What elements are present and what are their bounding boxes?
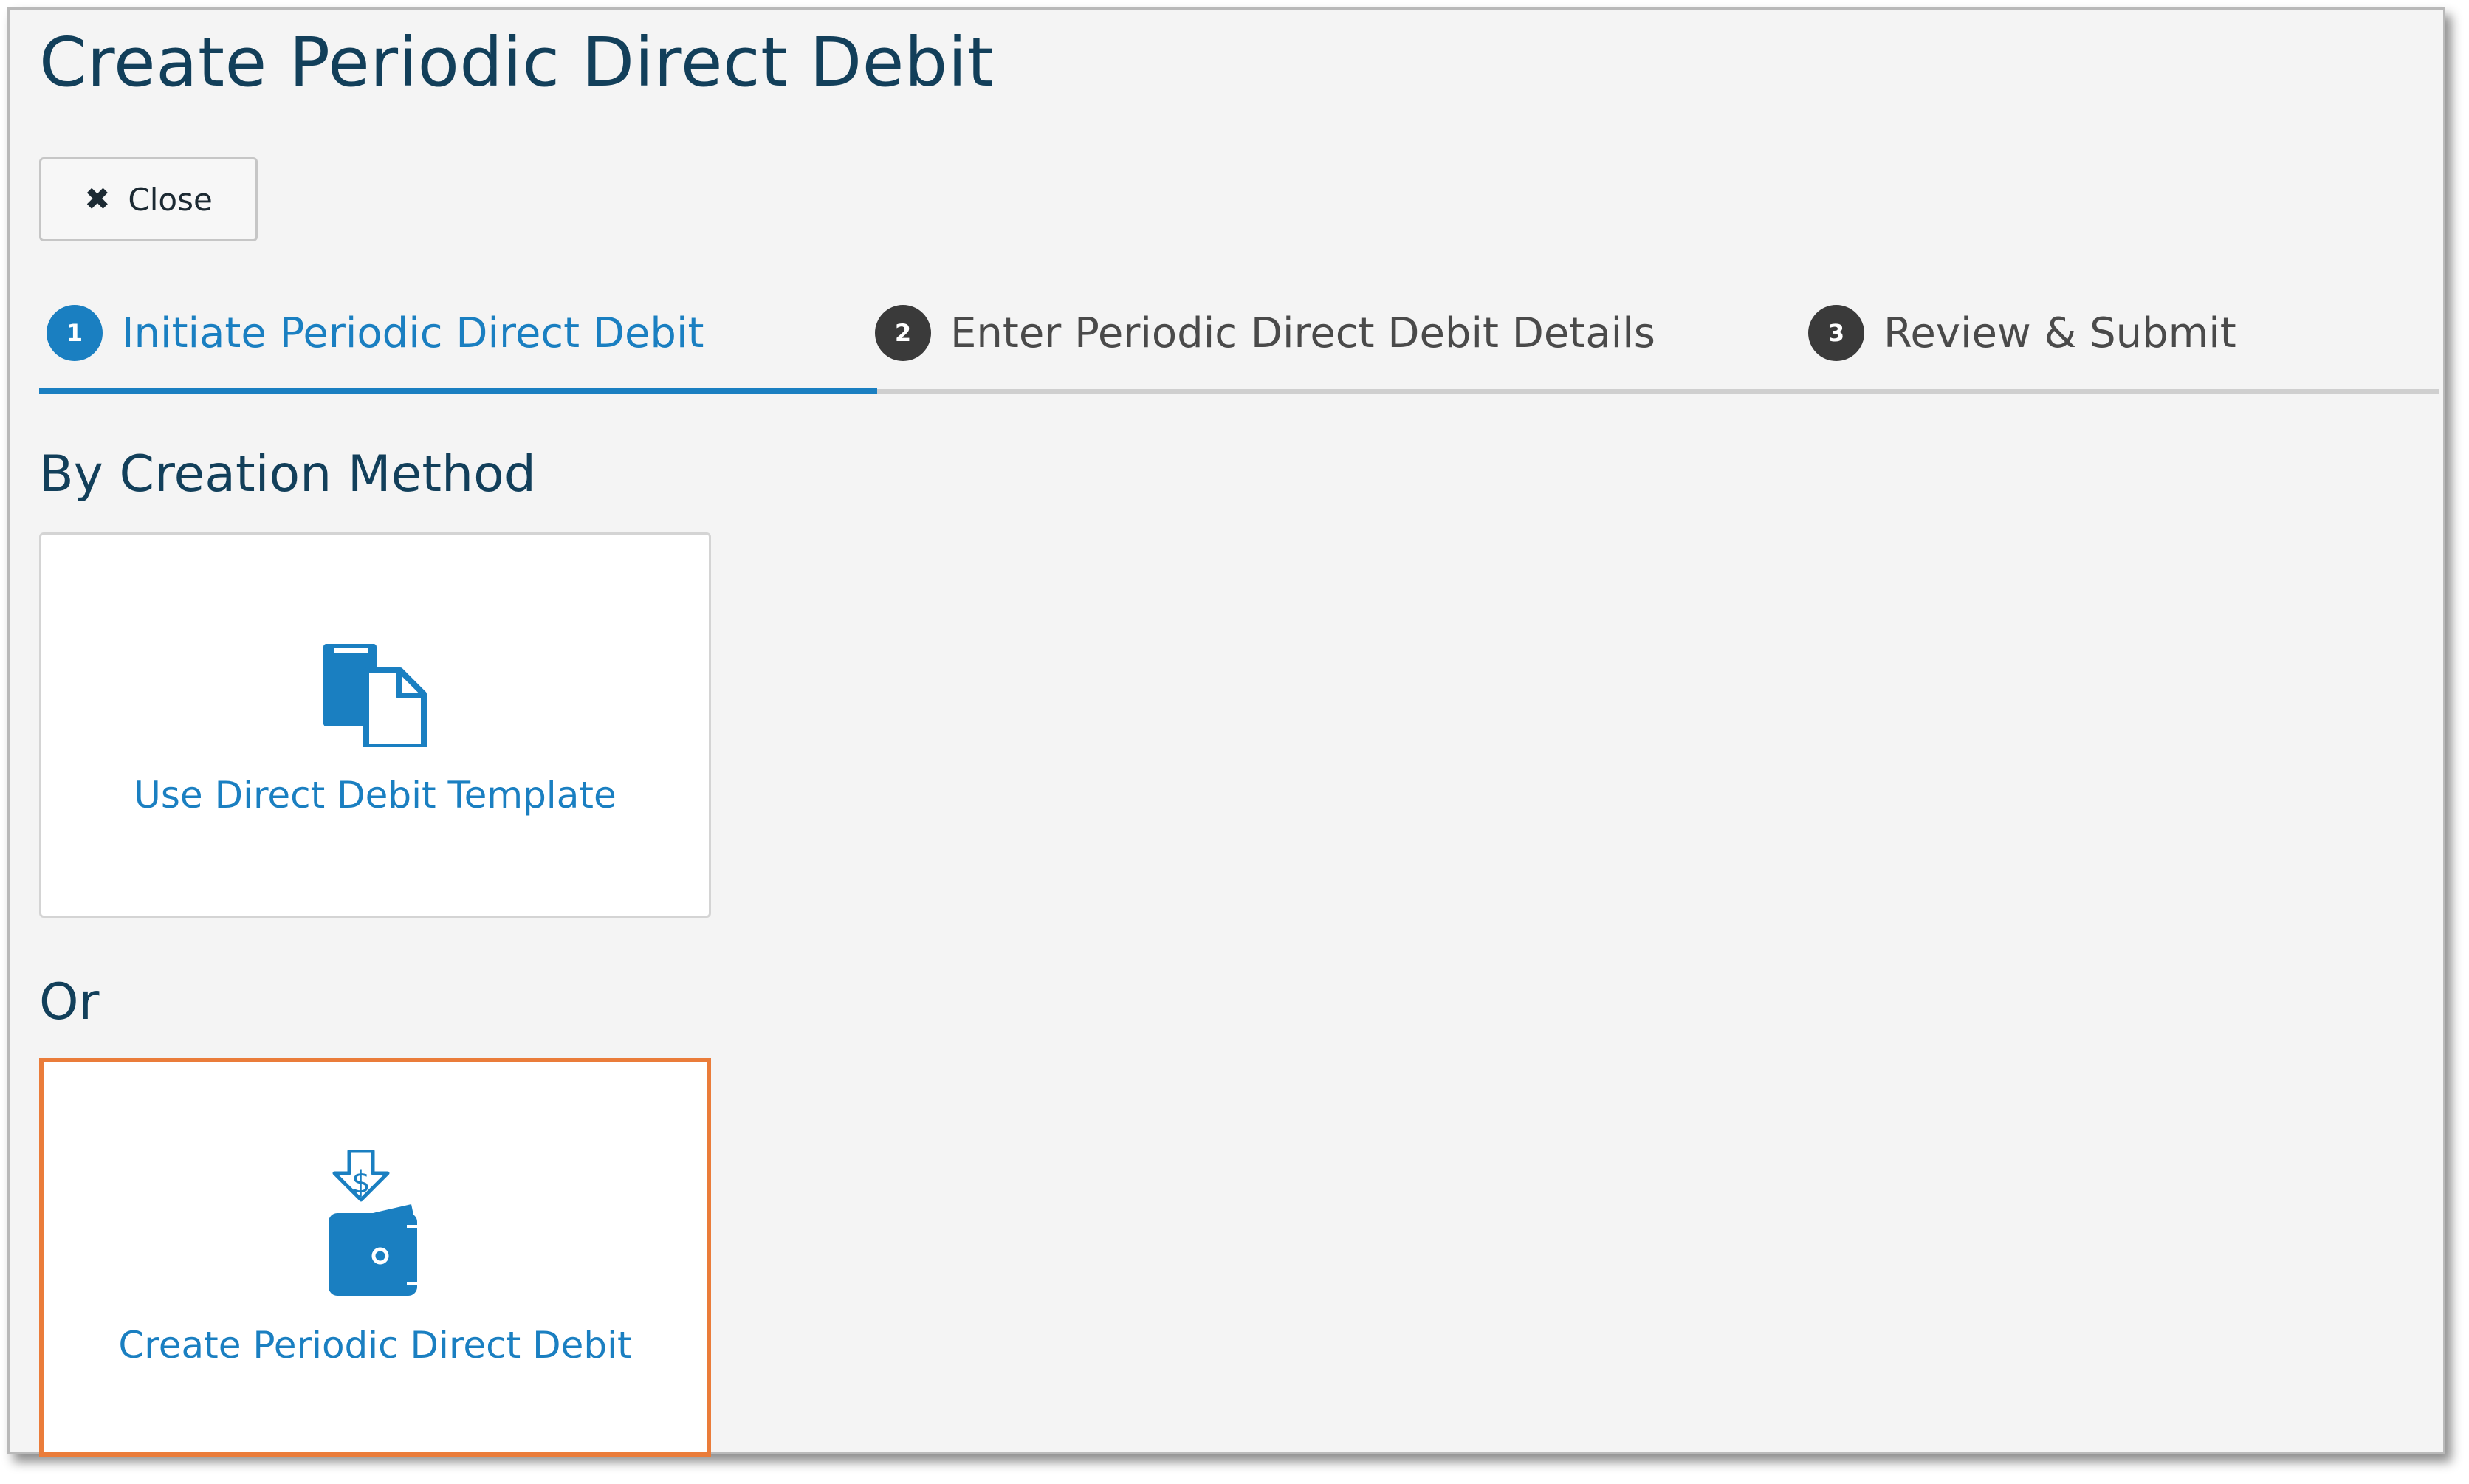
step-label: Initiate Periodic Direct Debit: [122, 309, 704, 357]
step-number-badge: 3: [1808, 305, 1864, 361]
section-title: By Creation Method: [39, 445, 536, 504]
page-frame: Create Periodic Direct Debit ✖ Close 1 I…: [7, 7, 2445, 1457]
create-periodic-direct-debit-card[interactable]: $ Create Periodic Direct Debit: [39, 1058, 711, 1457]
wizard-stepper: 1 Initiate Periodic Direct Debit 2 Enter…: [39, 298, 2439, 394]
close-icon: ✖: [84, 181, 111, 217]
page-title: Create Periodic Direct Debit: [39, 23, 995, 102]
or-separator: Or: [39, 973, 100, 1031]
create-periodic-direct-debit-label: Create Periodic Direct Debit: [118, 1324, 632, 1367]
document-copy-icon: [323, 644, 427, 747]
step-number-badge: 1: [47, 305, 103, 361]
use-template-card[interactable]: Use Direct Debit Template: [39, 532, 711, 918]
active-step-underline: [39, 388, 877, 394]
step-label: Review & Submit: [1883, 309, 2236, 357]
close-button-label: Close: [128, 181, 213, 218]
step-review-submit[interactable]: 3 Review & Submit: [1808, 305, 2236, 361]
step-initiate[interactable]: 1 Initiate Periodic Direct Debit: [47, 305, 704, 361]
step-enter-details[interactable]: 2 Enter Periodic Direct Debit Details: [875, 305, 1655, 361]
use-template-label: Use Direct Debit Template: [134, 774, 617, 817]
close-button[interactable]: ✖ Close: [39, 157, 258, 241]
wallet-dollar-icon: $: [329, 1150, 420, 1296]
step-number-badge: 2: [875, 305, 931, 361]
svg-text:$: $: [351, 1166, 370, 1200]
step-label: Enter Periodic Direct Debit Details: [950, 309, 1655, 357]
